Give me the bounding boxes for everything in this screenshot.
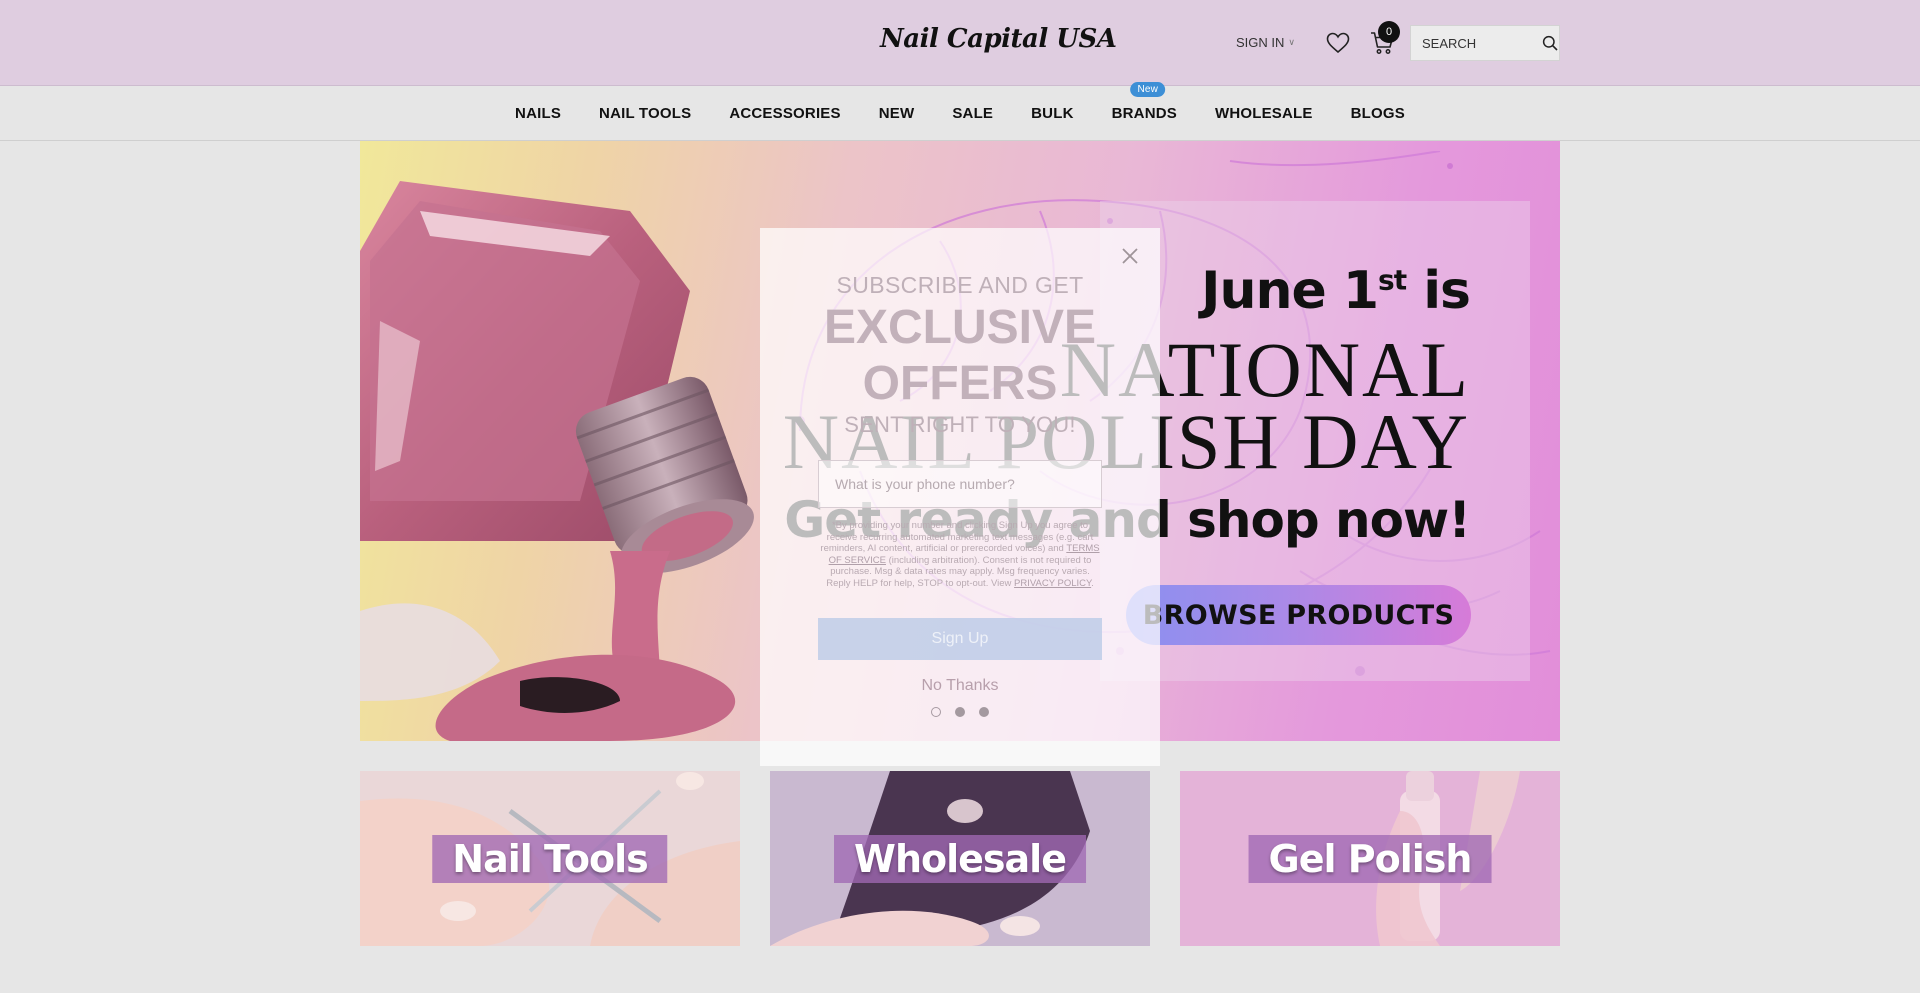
search-box — [1410, 25, 1560, 61]
popup-legal-text: *By providing your number and clicking S… — [820, 520, 1100, 589]
nav-item-wholesale[interactable]: WHOLESALE — [1196, 105, 1332, 122]
site-logo[interactable]: Nail Capital USA — [880, 24, 1117, 54]
nav-item-brands[interactable]: BRANDS New — [1093, 81, 1196, 122]
nav-item-nails[interactable]: NAILS — [496, 105, 580, 122]
category-tile-gel-polish[interactable]: Gel Polish — [1180, 771, 1560, 946]
close-icon[interactable] — [1120, 246, 1140, 266]
popup-step-indicator — [760, 707, 1160, 717]
nav-item-bulk[interactable]: BULK — [1012, 105, 1092, 122]
nav-item-nail-tools[interactable]: NAIL TOOLS — [580, 105, 710, 122]
tile-label-gel-polish: Gel Polish — [1248, 835, 1492, 883]
new-badge: New — [1130, 81, 1166, 97]
step-dot — [955, 707, 965, 717]
cart-count-badge: 0 — [1378, 21, 1400, 43]
tile-label-nail-tools: Nail Tools — [432, 835, 668, 883]
legal-text-part-1: *By providing your number and clicking S… — [820, 520, 1094, 554]
tile-label-wholesale: Wholesale — [834, 835, 1086, 883]
privacy-policy-link[interactable]: PRIVACY POLICY — [1014, 578, 1091, 589]
sign-in-menu[interactable]: SIGN IN ∨ — [1236, 35, 1295, 50]
nav-item-accessories[interactable]: ACCESSORIES — [710, 105, 859, 122]
popup-headline: EXCLUSIVE OFFERS — [760, 300, 1160, 412]
nav-item-blogs[interactable]: BLOGS — [1332, 105, 1424, 122]
category-tile-wholesale[interactable]: Wholesale — [770, 771, 1150, 946]
phone-number-input[interactable] — [818, 460, 1102, 508]
nav-item-brands-label: BRANDS — [1111, 104, 1177, 122]
search-icon[interactable] — [1542, 35, 1558, 51]
chevron-down-icon: ∨ — [1288, 37, 1295, 47]
sign-up-button[interactable]: Sign Up — [818, 618, 1102, 660]
main-nav: NAILS NAIL TOOLS ACCESSORIES NEW SALE BU… — [0, 81, 1920, 141]
hero-date-suffix: is — [1406, 261, 1471, 321]
hero-date-prefix: June 1 — [1201, 261, 1379, 321]
top-header: Nail Capital USA SIGN IN ∨ 0 — [0, 0, 1920, 86]
sign-in-label: SIGN IN — [1236, 35, 1285, 50]
popup-headline-line-1: EXCLUSIVE — [823, 301, 1097, 354]
step-dot — [979, 707, 989, 717]
no-thanks-link[interactable]: No Thanks — [760, 677, 1160, 695]
category-tile-nail-tools[interactable]: Nail Tools — [360, 771, 740, 946]
browse-products-button[interactable]: BROWSE PRODUCTS — [1126, 585, 1471, 645]
popup-sent-text: SENT RIGHT TO YOU! — [844, 412, 1076, 437]
hero-date-heading: June 1st is — [1201, 261, 1471, 321]
nav-item-new[interactable]: NEW — [860, 105, 934, 122]
nav-item-sale[interactable]: SALE — [933, 105, 1012, 122]
heart-icon[interactable] — [1326, 32, 1350, 54]
popup-subtitle: SUBSCRIBE AND GET — [836, 272, 1084, 298]
subscribe-popup: SUBSCRIBE AND GET EXCLUSIVE OFFERS SENT … — [760, 228, 1160, 766]
hero-date-sup: st — [1378, 263, 1407, 297]
step-dot — [931, 707, 941, 717]
popup-headline-line-2: OFFERS — [862, 357, 1058, 410]
search-input[interactable] — [1411, 34, 1534, 52]
